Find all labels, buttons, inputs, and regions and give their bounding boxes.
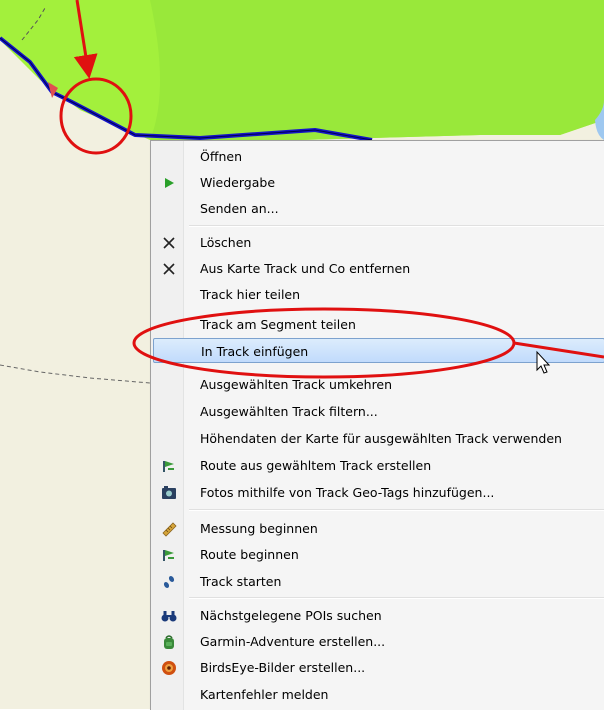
menu-item-label: Öffnen (200, 149, 242, 164)
menu-item-label: Ausgewählten Track umkehren (200, 377, 393, 392)
menu-item-aus-karte-entfernen[interactable]: Aus Karte Track und Co entfernen (153, 256, 604, 281)
menu-item-label: Ausgewählten Track filtern... (200, 404, 378, 419)
delete-icon (159, 233, 179, 253)
remove-icon (159, 259, 179, 279)
menu-item-label: Track hier teilen (200, 287, 301, 302)
menu-item-in-track-einfuegen[interactable]: In Track einfügen (153, 338, 604, 363)
menu-item-label: BirdsEye-Bilder erstellen... (200, 660, 366, 675)
menu-item-oeffnen[interactable]: Öffnen (153, 144, 604, 169)
menu-item-route-aus-track[interactable]: Route aus gewähltem Track erstellen (153, 453, 604, 478)
blank-icon (159, 199, 179, 219)
menu-item-route-beginnen[interactable]: Route beginnen (153, 542, 604, 567)
menu-item-label: Höhendaten der Karte für ausgewählten Tr… (200, 431, 562, 446)
birdseye-icon (159, 658, 179, 678)
blank-icon (159, 315, 179, 335)
menu-item-label: Nächstgelegene POIs suchen (200, 608, 382, 623)
ruler-icon (159, 519, 179, 539)
route-flag-icon (159, 545, 179, 565)
context-menu: Öffnen Wiedergabe Senden an... Löschen A… (150, 140, 604, 710)
menu-item-label: In Track einfügen (201, 344, 309, 359)
route-flag-icon (159, 456, 179, 476)
menu-item-track-starten[interactable]: Track starten (153, 569, 604, 594)
play-icon (159, 173, 179, 193)
menu-separator (189, 225, 604, 227)
menu-item-label: Senden an... (200, 201, 279, 216)
menu-item-label: Route beginnen (200, 547, 299, 562)
map-green-area-2 (150, 0, 604, 140)
menu-item-loeschen[interactable]: Löschen (153, 230, 604, 255)
blank-icon (159, 285, 179, 305)
menu-item-kartenfehler[interactable]: Kartenfehler melden (153, 682, 604, 707)
menu-item-poi-suchen[interactable]: Nächstgelegene POIs suchen (153, 603, 604, 628)
binoculars-icon (159, 606, 179, 626)
photo-icon (159, 483, 179, 503)
blank-icon (159, 402, 179, 422)
menu-item-track-hier-teilen[interactable]: Track hier teilen (153, 282, 604, 307)
backpack-icon (159, 632, 179, 652)
menu-separator (189, 509, 604, 511)
menu-item-label: Fotos mithilfe von Track Geo-Tags hinzuf… (200, 485, 495, 500)
blank-icon (160, 342, 180, 362)
menu-item-label: Löschen (200, 235, 252, 250)
menu-item-label: Kartenfehler melden (200, 687, 329, 702)
menu-item-label: Garmin-Adventure erstellen... (200, 634, 386, 649)
footprints-icon (159, 572, 179, 592)
menu-item-track-umkehren[interactable]: Ausgewählten Track umkehren (153, 372, 604, 397)
menu-item-label: Aus Karte Track und Co entfernen (200, 261, 411, 276)
menu-item-label: Messung beginnen (200, 521, 318, 536)
blank-icon (159, 429, 179, 449)
menu-item-senden-an[interactable]: Senden an... (153, 196, 604, 221)
menu-item-track-filtern[interactable]: Ausgewählten Track filtern... (153, 399, 604, 424)
menu-item-messung-beginnen[interactable]: Messung beginnen (153, 516, 604, 541)
blank-icon (159, 147, 179, 167)
menu-item-label: Track starten (200, 574, 282, 589)
menu-item-label: Route aus gewähltem Track erstellen (200, 458, 432, 473)
menu-item-track-am-segment-teilen[interactable]: Track am Segment teilen (153, 312, 604, 337)
menu-item-birdseye[interactable]: BirdsEye-Bilder erstellen... (153, 655, 604, 680)
menu-item-garmin-adventure[interactable]: Garmin-Adventure erstellen... (153, 629, 604, 654)
blank-icon (159, 685, 179, 705)
menu-item-label: Track am Segment teilen (200, 317, 356, 332)
menu-item-hoehendaten[interactable]: Höhendaten der Karte für ausgewählten Tr… (153, 426, 604, 451)
menu-separator (189, 597, 604, 599)
blank-icon (159, 375, 179, 395)
menu-item-label: Wiedergabe (200, 175, 276, 190)
menu-item-fotos-geotags[interactable]: Fotos mithilfe von Track Geo-Tags hinzuf… (153, 480, 604, 505)
menu-item-wiedergabe[interactable]: Wiedergabe (153, 170, 604, 195)
